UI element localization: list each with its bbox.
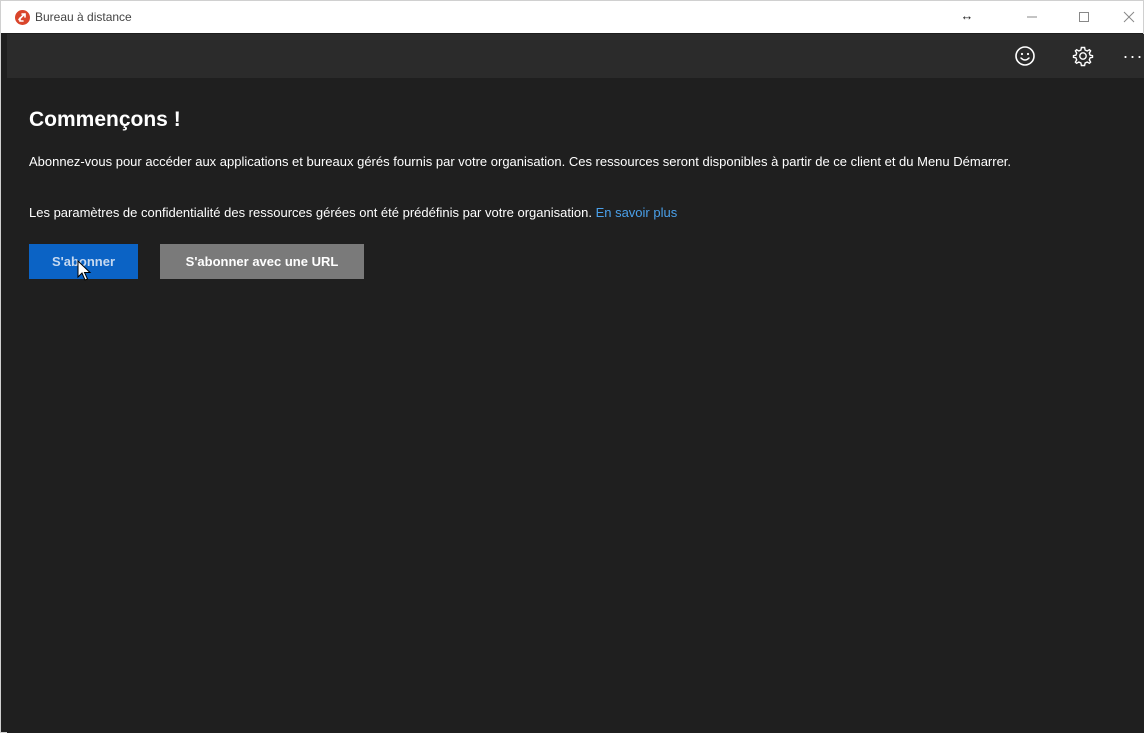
- close-button[interactable]: [1106, 1, 1144, 33]
- gear-icon: [1072, 46, 1094, 67]
- page-title: Commençons !: [29, 108, 181, 131]
- privacy-description: Les paramètres de confidentialité des re…: [29, 204, 1109, 222]
- learn-more-link[interactable]: En savoir plus: [596, 205, 678, 220]
- subscribe-with-url-button[interactable]: S'abonner avec une URL: [160, 244, 364, 279]
- app-toolbar: ···: [7, 34, 1144, 78]
- smiley-icon: [1015, 46, 1035, 66]
- more-options-button[interactable]: ···: [1119, 42, 1144, 70]
- window-title: Bureau à distance: [35, 10, 132, 24]
- remote-desktop-app-icon: [15, 10, 30, 25]
- resize-arrows-icon[interactable]: ↔: [958, 7, 976, 25]
- minimize-button[interactable]: [1009, 1, 1055, 33]
- close-icon: [1123, 11, 1135, 23]
- feedback-button[interactable]: [1011, 42, 1039, 70]
- settings-button[interactable]: [1069, 42, 1097, 70]
- remote-desktop-window: Bureau à distance ↔ ··· Commençons ! Abo…: [0, 0, 1144, 733]
- privacy-text: Les paramètres de confidentialité des re…: [29, 205, 592, 220]
- maximize-button[interactable]: [1061, 1, 1107, 33]
- subscribe-description: Abonnez-vous pour accéder aux applicatio…: [29, 154, 1012, 169]
- title-bar[interactable]: Bureau à distance ↔: [1, 1, 1143, 33]
- main-content: Commençons ! Abonnez-vous pour accéder a…: [7, 78, 1144, 733]
- maximize-icon: [1079, 12, 1089, 22]
- minimize-icon: [1027, 16, 1037, 18]
- mouse-pointer-icon: [77, 260, 92, 281]
